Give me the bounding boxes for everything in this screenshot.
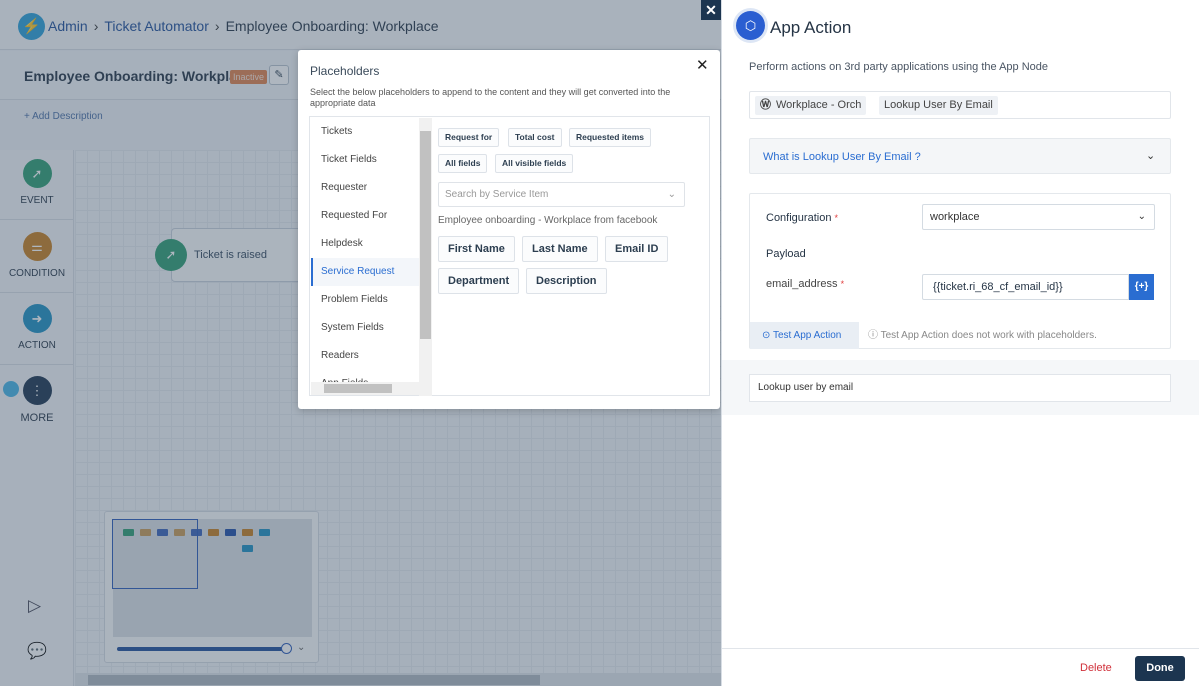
chip-total-cost[interactable]: Total cost xyxy=(508,128,562,147)
category-problem-fields[interactable]: Problem Fields xyxy=(311,286,419,314)
payload-label: Payload xyxy=(766,248,806,260)
workplace-logo-icon: Ⓦ xyxy=(760,99,771,111)
workflow-editor: ⚡ Admin › Ticket Automator › Employee Onboar… xyxy=(0,0,721,686)
search-placeholder: Search by Service Item xyxy=(445,189,549,200)
delete-button[interactable]: Delete xyxy=(1080,662,1112,674)
category-requested-for[interactable]: Requested For xyxy=(311,202,419,230)
service-item-name: Employee onboarding - Workplace from fac… xyxy=(438,215,658,226)
configuration-value: workplace xyxy=(930,211,980,223)
service-item-search[interactable]: Search by Service Item ⌄ xyxy=(438,182,685,207)
category-system-fields[interactable]: System Fields xyxy=(311,314,419,342)
note-section: Lookup user by email xyxy=(722,360,1199,415)
chip-requested-items[interactable]: Requested items xyxy=(569,128,652,147)
email-address-label: email_address * xyxy=(766,278,845,290)
email-address-input[interactable]: {{ticket.ri_68_cf_email_id}} xyxy=(922,274,1129,300)
field-last-name[interactable]: Last Name xyxy=(522,236,598,262)
modal-description: Select the below placeholders to append … xyxy=(310,87,671,108)
category-helpdesk[interactable]: Helpdesk xyxy=(311,230,419,258)
test-bar: ⊙ Test App Action ⓘ Test App Action does… xyxy=(750,322,1172,349)
panel-footer: Delete Done xyxy=(722,648,1199,686)
what-is-accordion[interactable]: What is Lookup User By Email ? ⌄ xyxy=(749,138,1171,174)
app-selection[interactable]: Ⓦ Workplace - Orch Lookup User By Email xyxy=(749,91,1171,119)
placeholders-modal: Placeholders ✕ Select the below placehol… xyxy=(298,50,720,409)
cube-icon: ⬡ xyxy=(736,11,765,40)
field-department[interactable]: Department xyxy=(438,268,520,294)
category-service-request[interactable]: Service Request xyxy=(311,258,419,286)
modal-title: Placeholders xyxy=(310,64,380,78)
list-horizontal-scrollbar-thumb[interactable] xyxy=(324,384,392,393)
configuration-select[interactable]: workplace ⌄ xyxy=(922,204,1155,230)
configuration-label: Configuration * xyxy=(766,212,839,224)
field-email-id[interactable]: Email ID xyxy=(605,236,669,262)
vertical-scrollbar-thumb[interactable] xyxy=(420,131,431,339)
chevron-down-icon: ⌄ xyxy=(1146,150,1156,162)
category-requester[interactable]: Requester xyxy=(311,174,419,202)
field-description[interactable]: Description xyxy=(526,268,607,294)
app-action-panel: ⬡ App Action Perform actions on 3rd part… xyxy=(721,0,1199,686)
insert-placeholder-button[interactable]: {+} xyxy=(1129,274,1154,300)
accordion-title: What is Lookup User By Email ? xyxy=(763,151,921,163)
chevron-down-icon: ⌄ xyxy=(667,189,676,200)
close-panel-button[interactable]: ✕ xyxy=(701,0,721,20)
panel-description: Perform actions on 3rd party application… xyxy=(749,61,1049,73)
test-note: ⓘ Test App Action does not work with pla… xyxy=(868,330,1097,341)
chevron-down-icon: ⌄ xyxy=(1137,211,1146,222)
app-name: Workplace - Orch xyxy=(776,99,862,111)
chip-all-visible-fields[interactable]: All visible fields xyxy=(495,154,574,173)
test-app-action-button[interactable]: ⊙ Test App Action xyxy=(750,322,859,349)
app-pill[interactable]: Ⓦ Workplace - Orch xyxy=(755,96,867,115)
close-icon[interactable]: ✕ xyxy=(696,56,709,74)
done-button[interactable]: Done xyxy=(1135,656,1185,681)
node-name-input[interactable]: Lookup user by email xyxy=(749,374,1171,402)
panel-title: App Action xyxy=(770,18,852,37)
chip-request-for[interactable]: Request for xyxy=(438,128,500,147)
placeholder-browser: Tickets Ticket Fields Requester Requeste… xyxy=(309,116,710,396)
category-tickets[interactable]: Tickets xyxy=(311,118,419,146)
configuration-section: Configuration * workplace ⌄ Payload email… xyxy=(749,193,1171,349)
category-ticket-fields[interactable]: Ticket Fields xyxy=(311,146,419,174)
category-list: Tickets Ticket Fields Requester Requeste… xyxy=(311,118,419,384)
field-first-name[interactable]: First Name xyxy=(438,236,515,262)
chip-all-fields[interactable]: All fields xyxy=(438,154,488,173)
action-pill[interactable]: Lookup User By Email xyxy=(879,96,998,115)
category-readers[interactable]: Readers xyxy=(311,342,419,370)
